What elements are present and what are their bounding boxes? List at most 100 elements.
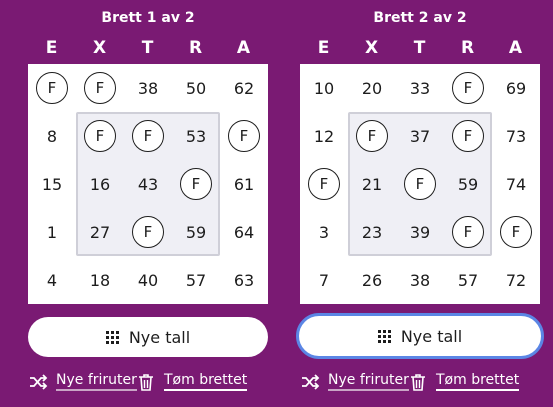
free-cell[interactable]: F <box>76 112 124 160</box>
free-cell[interactable]: F <box>172 160 220 208</box>
number-cell[interactable]: 63 <box>220 256 268 304</box>
free-marker: F <box>452 120 484 152</box>
number-cell[interactable]: 38 <box>396 256 444 304</box>
free-cell[interactable]: F <box>28 64 76 112</box>
number-cell[interactable]: 59 <box>172 208 220 256</box>
free-marker: F <box>308 168 340 200</box>
column-letter: X <box>364 38 380 58</box>
new-numbers-label: Nye tall <box>400 326 463 346</box>
number-cell[interactable]: 43 <box>124 160 172 208</box>
number-cell[interactable]: 33 <box>396 64 444 112</box>
trash-icon <box>411 373 425 391</box>
column-letter: A <box>236 38 252 58</box>
number-cell[interactable]: 4 <box>28 256 76 304</box>
board-actions: Nye friruter Tøm brettet <box>28 372 273 394</box>
free-marker: F <box>84 120 116 152</box>
free-marker: F <box>84 72 116 104</box>
free-marker: F <box>180 168 212 200</box>
shuffle-icon <box>30 373 48 390</box>
number-cell[interactable]: 72 <box>492 256 540 304</box>
free-cell[interactable]: F <box>76 64 124 112</box>
free-cell[interactable]: F <box>396 160 444 208</box>
column-letter: R <box>188 38 204 58</box>
number-cell[interactable]: 73 <box>492 112 540 160</box>
number-cell[interactable]: 38 <box>124 64 172 112</box>
column-letter: E <box>45 38 59 58</box>
number-cell[interactable]: 40 <box>124 256 172 304</box>
number-cell[interactable]: 21 <box>348 160 396 208</box>
bingo-grid: F F 38 50 62 8 F F 53 F 15 16 43 F 61 1 27 F 59 64 4 18 40 57 63 <box>28 64 268 304</box>
number-cell[interactable]: 57 <box>172 256 220 304</box>
column-letter: T <box>141 38 155 58</box>
free-marker: F <box>228 120 260 152</box>
number-cell[interactable]: 57 <box>444 256 492 304</box>
new-numbers-label: Nye tall <box>128 327 191 347</box>
new-free-squares-link[interactable]: Nye friruter <box>28 372 137 391</box>
number-cell[interactable]: 59 <box>444 160 492 208</box>
number-cell[interactable]: 8 <box>28 112 76 160</box>
number-cell[interactable]: 12 <box>300 112 348 160</box>
new-free-squares-link[interactable]: Nye friruter <box>300 372 409 391</box>
number-cell[interactable]: 20 <box>348 64 396 112</box>
free-cell[interactable]: F <box>444 208 492 256</box>
column-letter: T <box>413 38 427 58</box>
free-cell[interactable]: F <box>444 112 492 160</box>
free-cell[interactable]: F <box>348 112 396 160</box>
free-marker: F <box>132 120 164 152</box>
board-actions: Nye friruter Tøm brettet <box>300 372 545 394</box>
number-cell[interactable]: 18 <box>76 256 124 304</box>
column-letter: A <box>508 38 524 58</box>
number-cell[interactable]: 26 <box>348 256 396 304</box>
number-cell[interactable]: 53 <box>172 112 220 160</box>
free-cell[interactable]: F <box>124 112 172 160</box>
number-cell[interactable]: 16 <box>76 160 124 208</box>
column-letter: X <box>92 38 108 58</box>
number-cell[interactable]: 27 <box>76 208 124 256</box>
clear-board-label: Tøm brettet <box>436 372 520 391</box>
clear-board-link[interactable]: Tøm brettet <box>136 372 248 391</box>
free-marker: F <box>356 120 388 152</box>
number-cell[interactable]: 3 <box>300 208 348 256</box>
trash-icon <box>139 373 153 391</box>
number-cell[interactable]: 50 <box>172 64 220 112</box>
clear-board-link[interactable]: Tøm brettet <box>408 372 520 391</box>
number-cell[interactable]: 64 <box>220 208 268 256</box>
number-cell[interactable]: 62 <box>220 64 268 112</box>
number-cell[interactable]: 15 <box>28 160 76 208</box>
board-title: Brett 2 av 2 <box>373 10 467 26</box>
number-cell[interactable]: 69 <box>492 64 540 112</box>
clear-board-label: Tøm brettet <box>164 372 248 391</box>
new-free-squares-label: Nye friruter <box>328 372 409 391</box>
free-marker: F <box>500 216 532 248</box>
column-header: EXTRA <box>28 38 268 60</box>
free-marker: F <box>452 72 484 104</box>
new-numbers-button[interactable]: Nye tall <box>28 317 268 357</box>
free-cell[interactable]: F <box>220 112 268 160</box>
grid-dots-icon <box>105 330 119 344</box>
number-cell[interactable]: 74 <box>492 160 540 208</box>
free-cell[interactable]: F <box>492 208 540 256</box>
column-letter: E <box>317 38 331 58</box>
free-cell[interactable]: F <box>124 208 172 256</box>
board-title: Brett 1 av 2 <box>101 10 195 26</box>
column-letter: R <box>460 38 476 58</box>
free-cell[interactable]: F <box>444 64 492 112</box>
free-cell[interactable]: F <box>300 160 348 208</box>
grid-dots-icon <box>377 329 391 343</box>
column-header: EXTRA <box>300 38 540 60</box>
free-marker: F <box>132 216 164 248</box>
number-cell[interactable]: 7 <box>300 256 348 304</box>
free-marker: F <box>452 216 484 248</box>
free-marker: F <box>404 168 436 200</box>
new-free-squares-label: Nye friruter <box>56 372 137 391</box>
number-cell[interactable]: 61 <box>220 160 268 208</box>
number-cell[interactable]: 10 <box>300 64 348 112</box>
number-cell[interactable]: 23 <box>348 208 396 256</box>
free-marker: F <box>36 72 68 104</box>
new-numbers-button[interactable]: Nye tall <box>296 313 544 359</box>
number-cell[interactable]: 39 <box>396 208 444 256</box>
bingo-grid: 10 20 33 F 69 12 F 37 F 73 F 21 F 59 74 3 23 39 F F 7 26 38 57 7… <box>300 64 540 304</box>
shuffle-icon <box>302 373 320 390</box>
number-cell[interactable]: 1 <box>28 208 76 256</box>
number-cell[interactable]: 37 <box>396 112 444 160</box>
